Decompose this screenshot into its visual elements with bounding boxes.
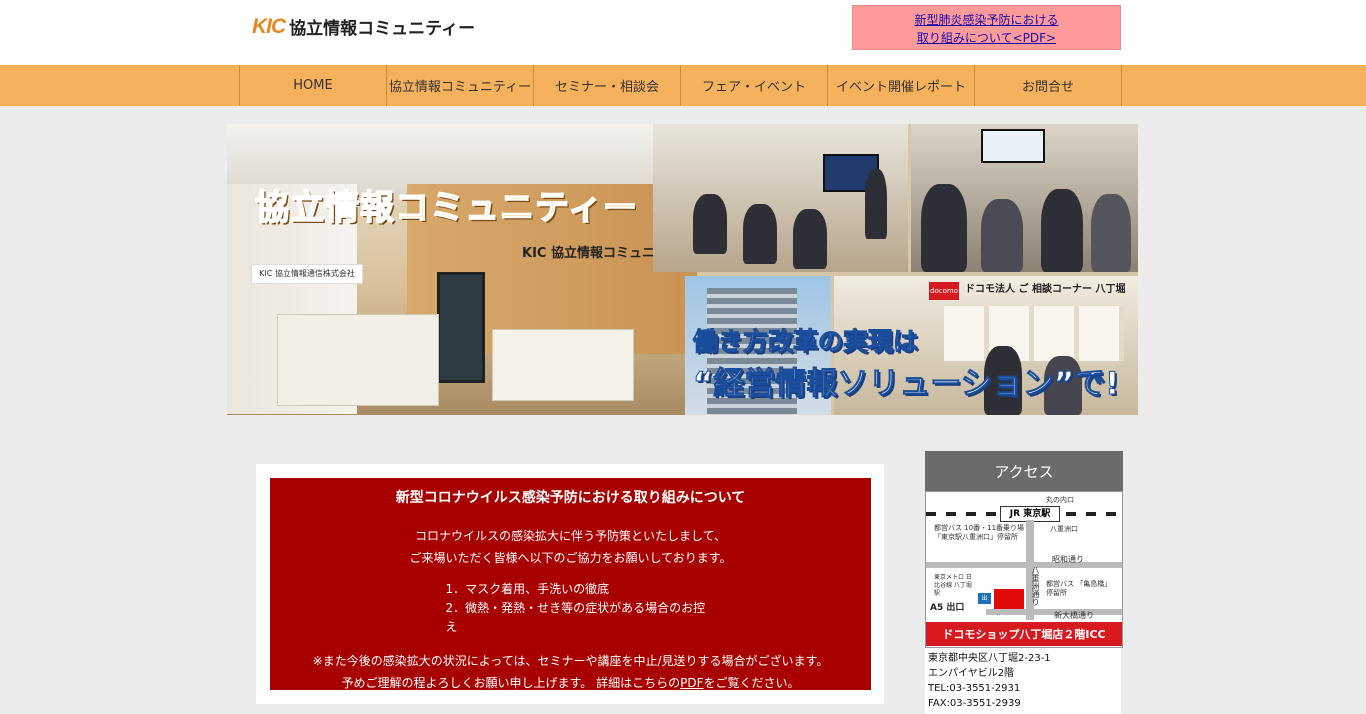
main-nav: HOME 協立情報コミュニティー セミナー・相談会 フェア・イベント イベント開…: [0, 65, 1366, 106]
list-item: 1．マスク着用、手洗いの徹底: [445, 582, 610, 596]
reception-desk: [492, 329, 634, 401]
logo-text: 協立情報コミュニティー: [289, 19, 476, 39]
tel: TEL:03-3551-2931: [928, 683, 1021, 694]
site-header: KIC 協立情報コミュニティー 新型肺炎感染予防における 取り組みについて<PD…: [0, 0, 1366, 65]
covid-note-line2: 予めご理解の程よろしくお願い申し上げます。 詳細はこちらのPDFをご覧ください。: [270, 672, 871, 694]
map-exit-label: A5 出口: [930, 603, 965, 613]
covid-notice-panel: 新型コロナウイルス感染予防における取り組みについて コロナウイルスの感染拡大に伴…: [270, 478, 871, 690]
covid-note-text-end: をご覧ください。: [703, 676, 800, 690]
covid-notice-box: 新型肺炎感染予防における 取り組みについて<PDF>: [852, 5, 1121, 50]
list-item: 2．微熱・発熱・せき等の症状がある場合のお控え: [445, 601, 706, 634]
map-shop-marker: [994, 589, 1024, 609]
nav-item-fair-event[interactable]: フェア・イベント: [681, 65, 828, 106]
covid-note: ※また今後の感染拡大の状況によっては、セミナーや講座を中止/見送りする場合がござ…: [270, 650, 871, 694]
docomo-logo: docomo: [929, 282, 959, 300]
covid-notice-link-line1[interactable]: 新型肺炎感染予防における: [853, 11, 1120, 29]
site-logo[interactable]: KIC 協立情報コミュニティー: [252, 14, 476, 40]
nav-item-home[interactable]: HOME: [240, 65, 387, 106]
covid-notice-link-line2[interactable]: 取り組みについて<PDF>: [853, 29, 1120, 47]
nav-item-event-report[interactable]: イベント開催レポート: [828, 65, 975, 106]
hero-banner: KIC 協立情報通信株式会社 KIC 協立情報コミュニティー 協立情報コミュニテ…: [227, 124, 1138, 415]
address-line2: エンパイヤビル2階: [928, 668, 1015, 679]
digital-signage-kiosk: [437, 272, 485, 383]
metro-exit-icon: 出: [978, 593, 991, 604]
map-marunouchi-label: 丸の内口: [1046, 496, 1074, 504]
hero-photo-lobby: KIC 協立情報通信株式会社 KIC 協立情報コミュニティー: [227, 124, 697, 415]
covid-precaution-list: 1．マスク着用、手洗いの徹底 2．微熱・発熱・せき等の症状がある場合のお控え: [436, 580, 706, 637]
logo-mark: KIC: [252, 14, 286, 38]
map-road-showa: [926, 562, 1122, 568]
covid-pdf-link[interactable]: PDF: [680, 676, 703, 690]
docomo-corner-sign: ドコモ法人 ご 相談コーナー 八丁堀: [965, 284, 1126, 295]
nav-item-seminar[interactable]: セミナー・相談会: [534, 65, 681, 106]
map-shinohashi-label: 新大橋通り: [1054, 611, 1094, 620]
covid-note-text: 予めご理解の程よろしくお願い申し上げます。 詳細はこちらの: [341, 676, 681, 690]
map-shop-banner: ドコモショップ八丁堀店２階ICC: [926, 622, 1122, 646]
covid-note-line1: ※また今後の感染拡大の状況によっては、セミナーや講座を中止/見送りする場合がござ…: [312, 654, 829, 668]
nav-item-contact[interactable]: お問合せ: [975, 65, 1122, 106]
covid-intro: コロナウイルスの感染拡大に伴う予防策といたしまして、 ご来場いただく皆様へ以下の…: [270, 525, 871, 569]
hero-title: 協立情報コミュニティー: [254, 187, 638, 229]
map-bus1-label: 都営バス 10番・11番乗り場 「東京駅八重洲口」停留所: [934, 524, 1025, 541]
access-map[interactable]: JR 東京駅 丸の内口 八重洲口 都営バス 10番・11番乗り場 「東京駅八重洲…: [925, 491, 1123, 648]
nav-item-company[interactable]: 協立情報コミュニティー: [387, 65, 534, 106]
hero-photo-seminar-1: [653, 124, 908, 272]
map-bus2-label: 都営バス 「亀島橋」停留所: [1046, 580, 1112, 597]
access-sidebar: アクセス JR 東京駅 丸の内口 八重洲口 都営バス 10番・11番乗り場 「東…: [925, 451, 1123, 714]
access-address: 東京都中央区八丁堀2-23-1 エンパイヤビル2階 TEL:03-3551-29…: [925, 648, 1121, 714]
hero-photo-seminar-2: [911, 124, 1138, 272]
access-heading: アクセス: [925, 451, 1123, 491]
covid-intro-line1: コロナウイルスの感染拡大に伴う予防策といたしまして、: [414, 529, 727, 543]
hero-slogan-line2: “経営情報ソリューション”で!: [692, 366, 1120, 403]
hero-slogan-line1: 働き方改革の実現は: [692, 327, 919, 357]
map-yaesu-label: 八重洲口: [1050, 525, 1078, 533]
map-metro-label: 東京メトロ 日比谷線 八丁堀駅: [934, 574, 972, 597]
reception-sign: KIC 協立情報通信株式会社: [251, 264, 363, 284]
covid-notice-card: 新型コロナウイルス感染予防における取り組みについて コロナウイルスの感染拡大に伴…: [256, 464, 884, 704]
covid-title: 新型コロナウイルス感染予防における取り組みについて: [395, 490, 746, 506]
reception-counter: [277, 314, 439, 406]
map-showa-label: 昭和通り: [1052, 555, 1084, 564]
address-line1: 東京都中央区八丁堀2-23-1: [928, 653, 1051, 664]
covid-intro-line2: ご来場いただく皆様へ以下のご協力をお願いしております。: [409, 551, 732, 565]
fax: FAX:03-3551-2939: [928, 698, 1021, 709]
map-yaesu-dori-label: 八重洲通り: [1031, 566, 1040, 606]
